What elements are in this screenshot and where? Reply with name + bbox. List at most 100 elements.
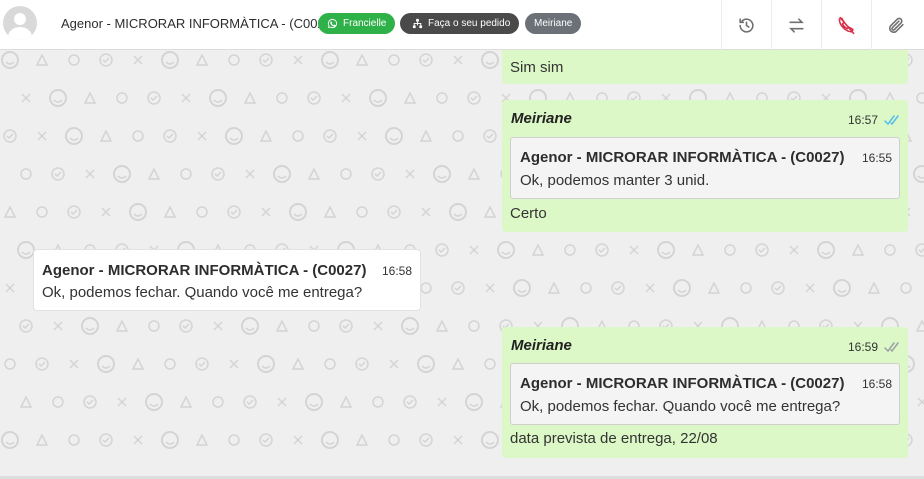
chat-header: Agenor - MICRORAR INFORMÀTICA - (C0027) … [0,0,924,50]
message-bubble-incoming[interactable]: Agenor - MICRORAR INFORMÀTICA - (C0027) … [33,249,421,311]
wallpaper-doodle [6,133,14,140]
tag-label: Francielle [343,18,387,29]
wallpaper-doodle [259,129,273,142]
wallpaper-doodle [261,365,271,369]
contact-avatar[interactable] [3,6,37,40]
wallpaper-doodle [53,321,63,331]
wallpaper-doodle [289,203,307,221]
message-text: Sim sim [510,59,564,76]
wallpaper-doodle [83,91,97,104]
message-bubble-outgoing[interactable]: Meiriane 16:59 Agenor - MICRORAR INFORMÀ… [502,327,908,458]
wallpaper-doodle [422,437,430,444]
wallpaper-doodle [833,279,851,297]
wallpaper-doodle [405,169,415,179]
wallpaper-doodle [916,92,924,104]
wallpaper-doodle [467,167,481,180]
wallpaper-doodle [308,320,320,332]
wallpaper-doodle [388,54,400,66]
wallpaper-doodle [212,396,224,408]
wallpaper-doodle [164,358,176,370]
wallpaper-doodle [133,435,143,445]
wallpaper-doodle [469,403,479,407]
wallpaper-doodle [35,53,49,66]
wallpaper-doodle [433,165,451,183]
wallpaper-doodle [326,133,334,140]
agent-tag-order-flow[interactable]: Faça o seu pedido [400,13,520,34]
wallpaper-doodle [465,393,483,411]
wallpaper-doodle [547,281,561,294]
wallpaper-doodle [356,206,368,218]
wallpaper-doodle [629,245,639,255]
wallpaper-doodle [116,92,128,104]
wallpaper-doodle [195,53,209,66]
wallpaper-doodle [5,283,15,293]
history-button[interactable] [721,0,771,50]
wallpaper-doodle [452,130,464,142]
wallpaper-doodle [68,434,80,446]
wallpaper-doodle [884,244,896,256]
read-ticks-icon [884,115,899,126]
wallpaper-doodle [145,393,163,411]
wallpaper-doodle [19,395,33,408]
message-text: Ok, podemos fechar. Quando você me entre… [42,284,363,301]
wallpaper-doodle [229,359,239,369]
wallpaper-doodle [358,361,366,368]
wallpaper-doodle [406,399,414,406]
wallpaper-doodle [275,319,289,332]
wallpaper-doodle [389,137,399,141]
wallpaper-doodle [900,282,912,294]
wallpaper-doodle [420,282,432,294]
quoted-time: 16:58 [862,377,893,391]
agent-tag-francielle[interactable]: Francielle [318,13,396,34]
wallpaper-doodle [209,89,227,107]
attach-button[interactable] [871,0,921,50]
quoted-author: Agenor - MICRORAR INFORMÀTICA - (C0027) [520,375,845,392]
wallpaper-doodle [437,397,447,407]
wallpaper-doodle [436,92,448,104]
message-sender: Agenor - MICRORAR INFORMÀTICA - (C0027) [42,262,367,279]
quoted-author: Agenor - MICRORAR INFORMÀTICA - (C0027) [520,149,845,166]
wallpaper-doodle [81,317,99,335]
message-list[interactable]: Sim sim Meiriane 16:57 Agenor - MICRORAR… [0,50,924,476]
quoted-message[interactable]: Agenor - MICRORAR INFORMÀTICA - (C0027) … [510,137,900,199]
message-sender: Meiriane [511,337,572,354]
wallpaper-doodle [277,397,287,407]
sitemap-icon [412,18,423,29]
wallpaper-doodle [691,243,705,256]
wallpaper-doodle [373,99,383,103]
message-time: 16:58 [382,264,413,278]
wallpaper-doodle [97,355,115,373]
message-bubble-outgoing[interactable]: Meiriane 16:57 Agenor - MICRORAR INFORMÀ… [502,100,908,232]
wallpaper-doodle [4,358,16,370]
message-bubble-outgoing[interactable]: Sim sim [502,50,908,84]
message-time: 16:59 [848,340,879,354]
wallpaper-doodle [417,355,435,373]
wallpaper-doodle [373,321,383,331]
wallpaper-doodle [707,281,721,294]
wallpaper-doodle [35,433,49,446]
hangup-button[interactable] [821,0,871,50]
wallpaper-doodle [229,137,239,141]
wallpaper-doodle [598,247,606,254]
wallpaper-doodle [52,396,64,408]
agent-tag-meiriane[interactable]: Meiriane [525,13,582,34]
wallpaper-doodle [228,434,240,446]
message-text: Certo [510,205,547,222]
quoted-message[interactable]: Agenor - MICRORAR INFORMÀTICA - (C0027) … [510,363,900,425]
wallpaper-doodle [69,137,79,141]
wallpaper-doodle [276,92,288,104]
wallpaper-doodle [837,289,847,293]
history-icon [739,17,754,33]
wallpaper-doodle [262,57,270,64]
wallpaper-doodle [307,167,321,180]
message-text: data prevista de entrega, 22/08 [510,430,718,447]
tag-label: Faça o seu pedido [428,18,511,29]
wallpaper-doodle [49,89,67,107]
wallpaper-doodle [661,251,671,255]
wallpaper-doodle [614,285,622,292]
wallpaper-doodle [68,54,80,66]
wallpaper-doodle [245,169,255,179]
wallpaper-doodle [388,434,400,446]
transfer-button[interactable] [771,0,821,50]
wallpaper-doodle [101,365,111,369]
